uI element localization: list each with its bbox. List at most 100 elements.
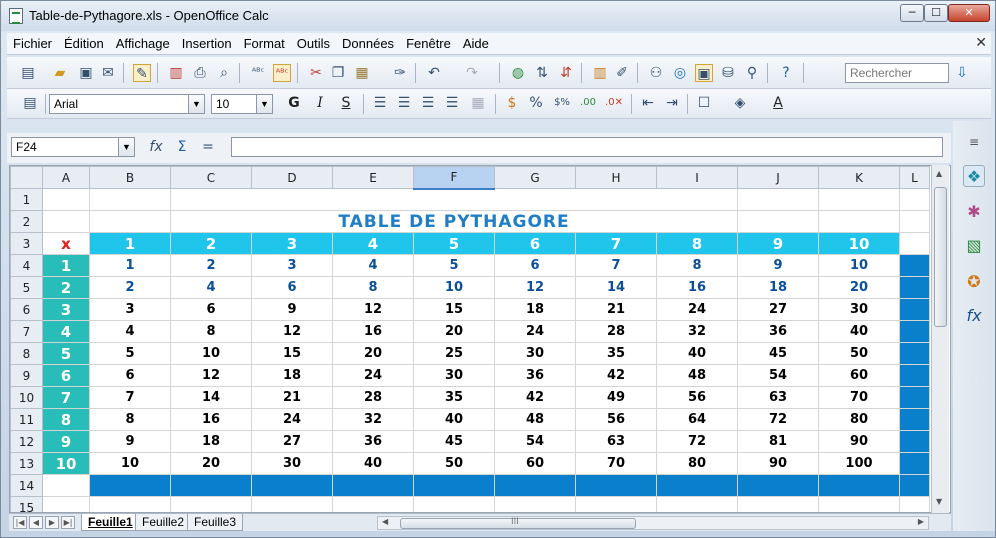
column-number-header[interactable]: 6 [494,232,576,255]
menu-outils[interactable]: Outils [291,33,336,55]
cell[interactable] [899,452,930,475]
table-cell[interactable]: 64 [656,408,738,431]
table-cell[interactable]: 56 [575,408,657,431]
table-cell[interactable]: 25 [413,342,495,365]
cell[interactable] [899,474,930,497]
table-cell[interactable]: 18 [737,276,819,299]
table-cell[interactable]: 9 [89,430,171,453]
save-icon[interactable]: ▣ [77,64,95,82]
column-number-header[interactable]: 1 [89,232,171,255]
table-cell[interactable]: 63 [575,430,657,453]
table-cell[interactable]: 100 [818,452,900,475]
table-cell[interactable]: 50 [413,452,495,475]
table-cell[interactable]: 28 [575,320,657,343]
row-header[interactable]: 5 [10,276,43,299]
data-sources-icon[interactable]: ⛁ [719,64,737,82]
table-cell[interactable]: 10 [413,276,495,299]
find-replace-icon[interactable]: ⚇ [647,64,665,82]
table-cell[interactable]: 36 [737,320,819,343]
cell[interactable] [899,276,930,299]
table-cell[interactable]: 9 [737,254,819,277]
table-cell[interactable]: 8 [332,276,414,299]
table-cell[interactable]: 21 [251,386,333,409]
horizontal-scroll-thumb[interactable]: III [400,517,636,529]
table-cell[interactable]: 36 [494,364,576,387]
print-icon[interactable]: ⎙ [191,64,209,82]
table-cell[interactable]: 15 [413,298,495,321]
row-number-label[interactable]: 4 [42,320,90,343]
table-cell[interactable]: 50 [818,342,900,365]
cell[interactable] [899,408,930,431]
table-cell[interactable]: 24 [656,298,738,321]
table-cell[interactable]: 14 [170,386,252,409]
table-cell[interactable]: 35 [575,342,657,365]
column-header[interactable]: D [251,166,333,189]
table-cell[interactable]: 40 [818,320,900,343]
new-document-icon[interactable]: ▤ [19,64,37,82]
column-number-header[interactable]: 5 [413,232,495,255]
background-color-icon[interactable]: ◈ [731,94,749,112]
scroll-up-icon[interactable]: ▲ [936,169,942,178]
chart-icon[interactable]: ▥ [591,64,609,82]
formula-input[interactable] [231,137,943,157]
column-header[interactable]: A [42,166,90,189]
table-cell[interactable]: 14 [575,276,657,299]
cell[interactable] [899,188,930,211]
cell[interactable] [656,474,738,497]
cell[interactable] [818,474,900,497]
table-cell[interactable]: 20 [818,276,900,299]
table-cell[interactable]: 30 [413,364,495,387]
prev-sheet-icon[interactable]: ◀ [29,516,43,529]
font-size-field[interactable]: 10 ▼ [211,94,273,114]
row-number-label[interactable]: 6 [42,364,90,387]
undo-icon[interactable]: ↶ [425,64,443,82]
sort-descending-icon[interactable]: ⇵ [557,64,575,82]
edit-file-icon[interactable]: ✎ [133,64,151,82]
minimize-button[interactable]: ─ [900,4,924,22]
cell[interactable] [89,474,171,497]
table-cell[interactable]: 80 [818,408,900,431]
table-cell[interactable]: 8 [89,408,171,431]
table-cell[interactable]: 45 [413,430,495,453]
maximize-button[interactable]: ☐ [924,4,948,22]
help-icon[interactable]: ? [777,64,795,82]
cell[interactable] [818,188,900,211]
table-cell[interactable]: 9 [251,298,333,321]
properties-icon[interactable]: ❖ [963,165,985,187]
table-cell[interactable]: 3 [89,298,171,321]
table-cell[interactable]: 12 [170,364,252,387]
table-cell[interactable]: 45 [737,342,819,365]
table-cell[interactable]: 30 [251,452,333,475]
table-cell[interactable]: 49 [575,386,657,409]
underline-button[interactable]: S [337,94,355,112]
column-number-header[interactable]: 2 [170,232,252,255]
italic-button[interactable]: I [311,94,329,112]
table-cell[interactable]: 18 [251,364,333,387]
cell[interactable] [251,474,333,497]
table-cell[interactable]: 56 [656,386,738,409]
font-color-icon[interactable]: A [769,94,787,112]
cell[interactable] [818,496,900,512]
table-cell[interactable]: 24 [494,320,576,343]
menu-aide[interactable]: Aide [457,33,495,55]
copy-icon[interactable]: ❐ [329,64,347,82]
merge-cells-icon[interactable]: ▦ [469,94,487,112]
row-header[interactable]: 15 [10,496,43,512]
row-header[interactable]: 2 [10,210,43,233]
table-cell[interactable]: 42 [494,386,576,409]
gallery-icon[interactable]: ▧ [963,235,985,257]
table-cell[interactable]: 24 [332,364,414,387]
table-cell[interactable]: 7 [575,254,657,277]
align-right-icon[interactable]: ☰ [419,94,437,112]
cell[interactable] [42,496,90,512]
row-header[interactable]: 13 [10,452,43,475]
cell[interactable] [899,342,930,365]
column-header[interactable]: J [737,166,819,189]
table-cell[interactable]: 5 [413,254,495,277]
cell[interactable] [332,474,414,497]
table-cell[interactable]: 10 [818,254,900,277]
function-wizard-icon[interactable]: fx [147,138,165,156]
table-cell[interactable]: 1 [89,254,171,277]
row-number-label[interactable]: 10 [42,452,90,475]
add-decimal-icon[interactable]: .00 [579,94,597,112]
